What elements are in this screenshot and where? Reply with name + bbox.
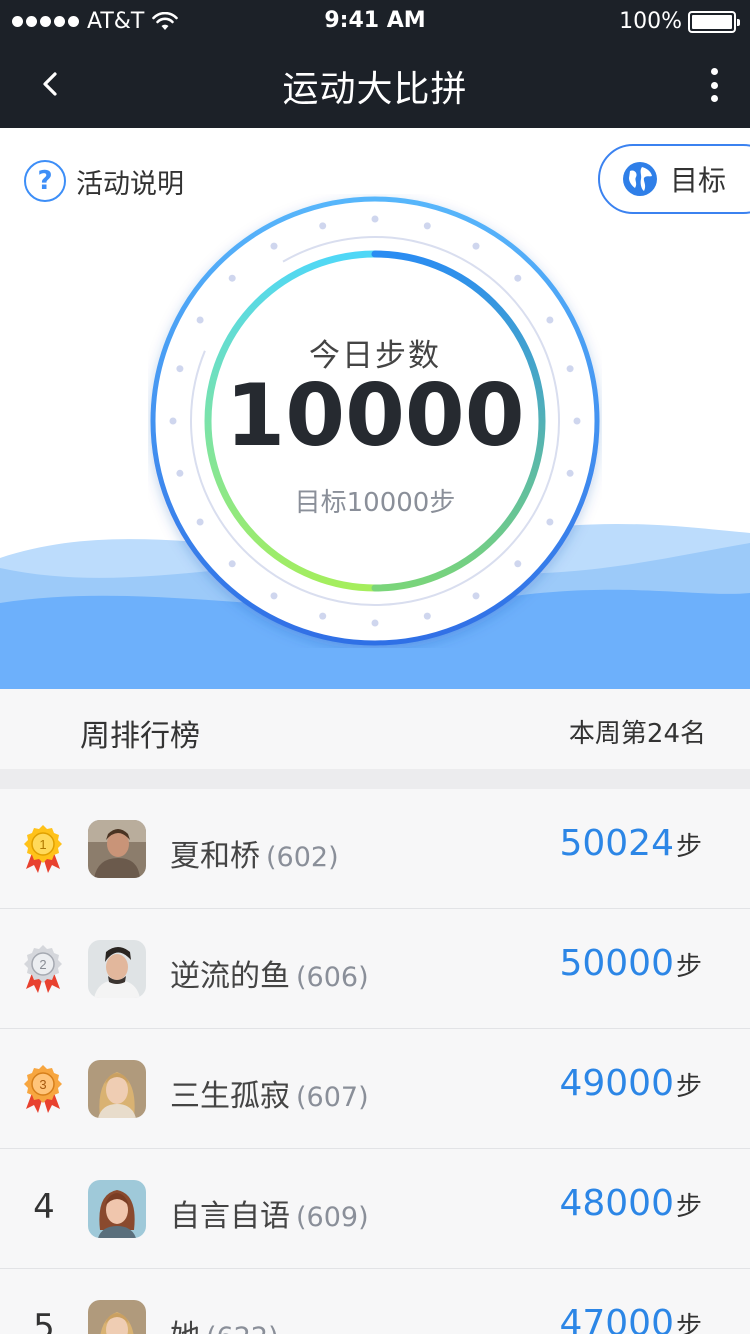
section-divider: [0, 769, 750, 789]
user-name: 她(622): [170, 1311, 279, 1334]
bronze-medal-icon: 3: [24, 1065, 62, 1113]
ranking-row[interactable]: 2 逆流的鱼 (606) 50000步: [0, 909, 750, 1029]
avatar: [88, 1300, 146, 1334]
ranking-row[interactable]: 5 她(622) 47000步: [0, 1269, 750, 1334]
ranking-row[interactable]: 4 自言自语 (609) 48000步: [0, 1149, 750, 1269]
page-title: 运动大比拼: [282, 69, 468, 110]
user-name: 三生孤寂 (607): [170, 1079, 369, 1114]
avatar: [88, 1180, 146, 1238]
my-rank: 本周第24名: [568, 719, 706, 749]
gold-medal-icon: 1: [24, 825, 62, 873]
steps-summary: 今日步数 10000 目标10000步: [148, 194, 602, 648]
battery-percent: 100%: [619, 9, 682, 34]
question-icon: ?: [24, 160, 66, 202]
battery-icon: [688, 10, 740, 33]
user-name: 夏和桥 (602): [170, 839, 339, 874]
avatar: [88, 940, 146, 998]
navigation-bar: 运动大比拼: [0, 40, 750, 128]
avatar: [88, 1060, 146, 1118]
goal-button[interactable]: 目标: [598, 144, 750, 214]
ranking-list: 1 夏和桥(602) 50024步 2 逆流的鱼(606) 50000步 3: [0, 789, 750, 1334]
weekly-ranking-header: 周排行榜 本周第24名: [0, 689, 750, 769]
svg-text:2: 2: [39, 957, 46, 972]
steps-goal-text: 目标10000步: [294, 488, 456, 518]
steps-hero: ? 活动说明 目标 今日步数 10000 目标10000步: [0, 128, 750, 689]
svg-text:3: 3: [39, 1077, 46, 1092]
status-bar: AT&T 9:41 AM 100%: [0, 0, 750, 40]
rank-number: 5: [33, 1307, 55, 1334]
today-steps-value: 10000: [225, 366, 525, 466]
rank-number: 4: [33, 1187, 55, 1227]
ranking-row[interactable]: 3 三生孤寂 (607) 49000步: [0, 1029, 750, 1149]
ranking-row[interactable]: 1 夏和桥 (602) 50024步: [0, 789, 750, 909]
user-name: 逆流的鱼 (606): [170, 959, 369, 994]
battery-status: 100%: [619, 9, 740, 34]
more-options-icon[interactable]: [708, 68, 720, 102]
user-steps: 48000步: [559, 1183, 702, 1224]
avatar: [88, 820, 146, 878]
user-steps: 50024步: [559, 823, 702, 864]
silver-medal-icon: 2: [24, 945, 62, 993]
globe-icon: [623, 162, 657, 196]
ranking-title: 周排行榜: [80, 719, 200, 754]
user-name: 自言自语 (609): [170, 1199, 369, 1234]
svg-text:1: 1: [39, 837, 46, 852]
goal-button-label: 目标: [670, 164, 727, 197]
user-steps: 50000步: [559, 943, 702, 984]
user-steps: 47000步: [559, 1303, 702, 1334]
user-steps: 49000步: [559, 1063, 702, 1104]
